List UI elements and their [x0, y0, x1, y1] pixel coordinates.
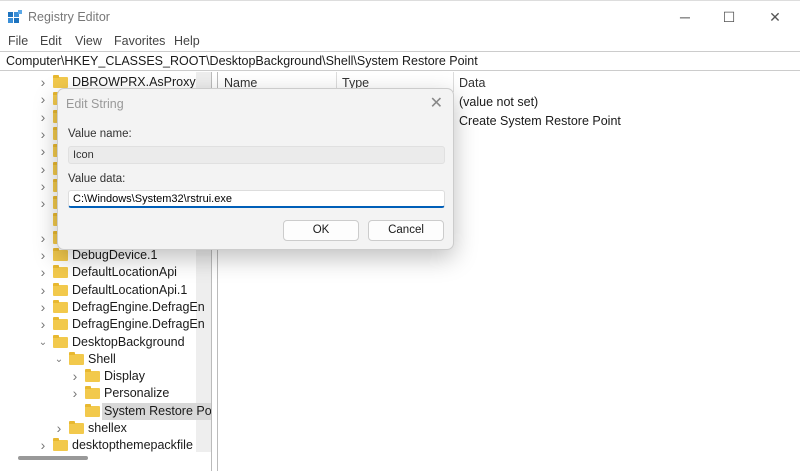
tree-item-label: DefaultLocationApi	[72, 265, 177, 280]
tree-item-label: Personalize	[104, 386, 170, 401]
dialog-close-icon[interactable]: ✕	[430, 93, 443, 113]
chevron-right-icon[interactable]: ›	[38, 247, 48, 264]
chevron-right-icon[interactable]: ›	[70, 385, 80, 402]
column-header-data[interactable]: Data	[459, 76, 485, 90]
tree-item[interactable]: › shellex	[8, 420, 196, 437]
folder-icon	[53, 75, 68, 88]
menu-file[interactable]: File	[8, 34, 28, 48]
tree-item-label: System Restore Po	[102, 402, 212, 420]
folder-icon	[53, 299, 68, 313]
tree-item[interactable]: › Personalize	[8, 385, 196, 402]
cancel-button[interactable]: Cancel	[368, 220, 444, 241]
minimize-button[interactable]: ─	[670, 7, 700, 27]
tree-item[interactable]: › desktopthemepackfile	[8, 437, 196, 454]
menu-edit[interactable]: Edit	[40, 34, 62, 48]
value-name-field[interactable]	[68, 146, 445, 164]
chevron-right-icon[interactable]: ›	[54, 420, 64, 437]
chevron-right-icon[interactable]: ›	[38, 264, 48, 281]
maximize-button[interactable]: ☐	[714, 7, 744, 27]
title-bar: Registry Editor ─ ☐ ✕	[0, 0, 800, 32]
tree-item-label: Display	[104, 369, 145, 384]
chevron-right-icon[interactable]: ›	[38, 109, 48, 126]
chevron-right-icon[interactable]: ›	[70, 368, 80, 385]
value-data-label: Value data:	[68, 173, 126, 185]
value-name-label: Value name:	[68, 128, 132, 140]
chevron-right-icon[interactable]: ›	[38, 316, 48, 333]
tree-item-label: DefaultLocationApi.1	[72, 282, 188, 297]
tree-item-label: shellex	[88, 421, 127, 435]
chevron-right-icon[interactable]: ›	[38, 74, 48, 91]
close-button[interactable]: ✕	[760, 7, 790, 27]
chevron-right-icon[interactable]: ›	[38, 230, 48, 247]
chevron-right-icon[interactable]: ›	[38, 91, 48, 108]
menu-view[interactable]: View	[75, 34, 102, 48]
folder-icon	[85, 403, 100, 417]
chevron-right-icon[interactable]: ›	[38, 437, 48, 454]
tree-item-label: desktopthemepackfile	[72, 438, 193, 453]
edit-string-dialog: Edit String ✕ Value name: Value data: OK…	[57, 88, 454, 250]
column-divider[interactable]	[453, 72, 454, 92]
menu-bar: File Edit View Favorites Help	[0, 32, 800, 50]
tree-horizontal-scrollbar[interactable]	[18, 456, 88, 460]
tree-item-label: DesktopBackground	[72, 334, 185, 349]
chevron-right-icon[interactable]: ›	[38, 143, 48, 160]
folder-icon	[53, 438, 68, 452]
menu-help[interactable]: Help	[174, 34, 200, 48]
tree-item[interactable]: System Restore Po	[8, 402, 211, 420]
chevron-right-icon[interactable]: ›	[38, 126, 48, 143]
chevron-right-icon[interactable]: ›	[38, 195, 48, 212]
folder-icon	[85, 386, 100, 400]
tree-item[interactable]: ⌄ Shell	[8, 351, 196, 368]
address-bar[interactable]: Computer\HKEY_CLASSES_ROOT\DesktopBackgr…	[0, 51, 800, 71]
ok-button[interactable]: OK	[283, 220, 359, 241]
folder-icon	[69, 351, 84, 365]
tree-item[interactable]: › DefaultLocationApi.1	[8, 282, 196, 299]
chevron-right-icon[interactable]: ›	[38, 161, 48, 178]
dialog-title: Edit String	[66, 97, 124, 111]
tree-item[interactable]: › DefragEngine.DefragEn	[8, 316, 205, 333]
registry-editor-icon	[8, 10, 22, 23]
chevron-right-icon[interactable]: ›	[38, 178, 48, 195]
folder-icon	[53, 334, 68, 348]
folder-icon	[53, 317, 68, 331]
folder-icon	[69, 421, 84, 434]
tree-item-label: Shell	[88, 351, 116, 366]
folder-icon	[53, 248, 68, 261]
chevron-right-icon[interactable]: ›	[38, 282, 48, 299]
chevron-down-icon[interactable]: ⌄	[38, 334, 48, 351]
value-data-cell[interactable]: (value not set)	[459, 95, 538, 109]
window-title: Registry Editor	[28, 10, 110, 24]
tree-item-label: DefragEngine.DefragEn	[72, 317, 205, 332]
chevron-down-icon[interactable]: ⌄	[54, 351, 64, 368]
chevron-right-icon[interactable]: ›	[38, 299, 48, 316]
value-data-cell[interactable]: Create System Restore Point	[459, 114, 621, 128]
folder-icon	[53, 282, 68, 296]
tree-item[interactable]: ⌄ DesktopBackground	[8, 334, 196, 351]
tree-item[interactable]: › DefragEngine.DefragEn	[8, 299, 205, 316]
tree-item[interactable]: › DefaultLocationApi	[8, 264, 196, 281]
folder-icon	[53, 265, 68, 279]
value-data-field[interactable]	[68, 190, 445, 208]
tree-item-label: DefragEngine.DefragEn	[72, 299, 205, 314]
menu-favorites[interactable]: Favorites	[114, 34, 165, 48]
folder-icon	[85, 369, 100, 383]
tree-item[interactable]: › Display	[8, 368, 196, 385]
